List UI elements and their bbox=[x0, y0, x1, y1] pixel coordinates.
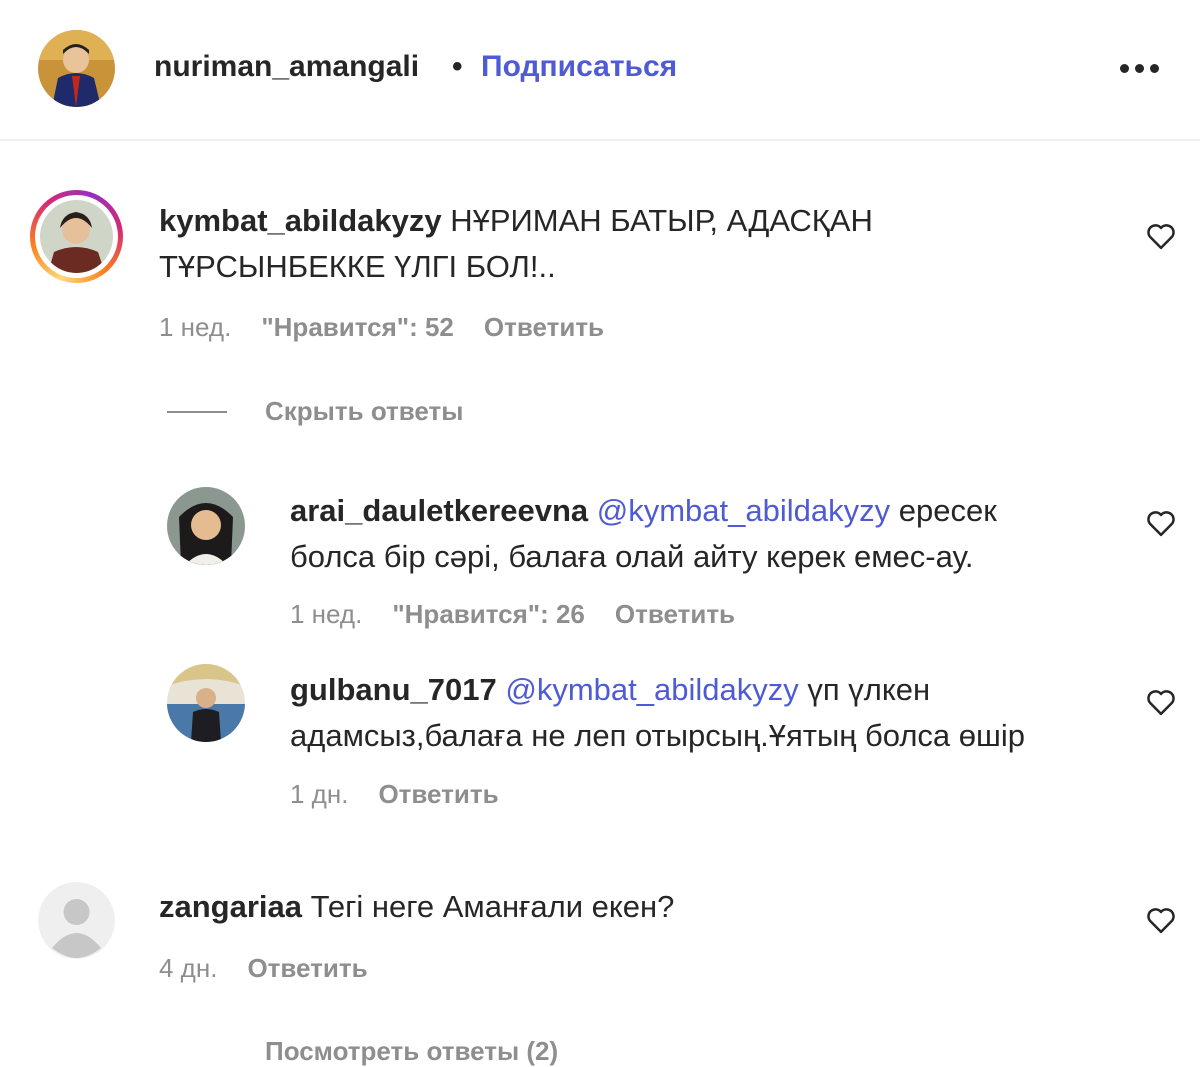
reply-time[interactable]: 1 нед. bbox=[290, 599, 362, 629]
comment-meta: 1 нед. "Нравится": 52 Ответить bbox=[159, 312, 604, 343]
story-ring[interactable] bbox=[30, 190, 123, 283]
heart-outline-icon[interactable] bbox=[1146, 688, 1176, 716]
reply-time[interactable]: 1 дн. bbox=[290, 779, 348, 809]
post-author-avatar[interactable] bbox=[38, 30, 115, 107]
follow-button[interactable]: Подписаться bbox=[481, 50, 677, 84]
reply-avatar[interactable] bbox=[167, 487, 245, 565]
reply-username[interactable]: arai_dauletkereevna bbox=[290, 493, 588, 528]
reply-mention[interactable]: @kymbat_abildakyzy bbox=[505, 672, 798, 707]
reply-button[interactable]: Ответить bbox=[615, 599, 735, 629]
reply-button[interactable]: Ответить bbox=[247, 953, 367, 983]
heart-outline-icon[interactable] bbox=[1146, 906, 1176, 934]
reply-username[interactable]: gulbanu_7017 bbox=[290, 672, 497, 707]
reply-meta: 1 дн. Ответить bbox=[290, 779, 499, 810]
commenter-avatar bbox=[40, 200, 113, 273]
reply-meta: 1 нед. "Нравится": 26 Ответить bbox=[290, 599, 735, 630]
reply-button[interactable]: Ответить bbox=[484, 312, 604, 342]
reply-body: arai_dauletkereevna @kymbat_abildakyzy е… bbox=[290, 488, 1090, 580]
comment-time[interactable]: 4 дн. bbox=[159, 953, 217, 983]
comment-username[interactable]: kymbat_abildakyzy bbox=[159, 203, 442, 238]
reply-mention[interactable]: @kymbat_abildakyzy bbox=[597, 493, 890, 528]
replies-divider-line bbox=[167, 411, 227, 413]
more-options-icon[interactable] bbox=[1120, 64, 1160, 74]
comment-text: Тегі неге Аманғали екен? bbox=[310, 889, 675, 924]
default-user-icon[interactable] bbox=[38, 882, 115, 959]
post-author-username[interactable]: nuriman_amangali bbox=[154, 50, 419, 84]
reply-avatar[interactable] bbox=[167, 664, 245, 742]
comment-body: kymbat_abildakyzy НҰРИМАН БАТЫР, АДАСҚАН… bbox=[159, 198, 1059, 290]
comment-likes[interactable]: "Нравится": 52 bbox=[261, 312, 454, 342]
separator-dot: • bbox=[452, 50, 463, 83]
reply-body: gulbanu_7017 @kymbat_abildakyzy үп үлкен… bbox=[290, 667, 1110, 759]
hide-replies-button[interactable]: Скрыть ответы bbox=[265, 396, 463, 427]
reply-button[interactable]: Ответить bbox=[378, 779, 498, 809]
post-header: nuriman_amangali • Подписаться bbox=[0, 0, 1200, 141]
comment-body: zangariaa Тегі неге Аманғали екен? bbox=[159, 884, 1059, 930]
view-replies-button[interactable]: Посмотреть ответы (2) bbox=[265, 1036, 558, 1067]
comment-time[interactable]: 1 нед. bbox=[159, 312, 231, 342]
comment-username[interactable]: zangariaa bbox=[159, 889, 302, 924]
heart-outline-icon[interactable] bbox=[1146, 509, 1176, 537]
reply-likes[interactable]: "Нравится": 26 bbox=[392, 599, 585, 629]
heart-outline-icon[interactable] bbox=[1146, 222, 1176, 250]
comment-meta: 4 дн. Ответить bbox=[159, 953, 368, 984]
